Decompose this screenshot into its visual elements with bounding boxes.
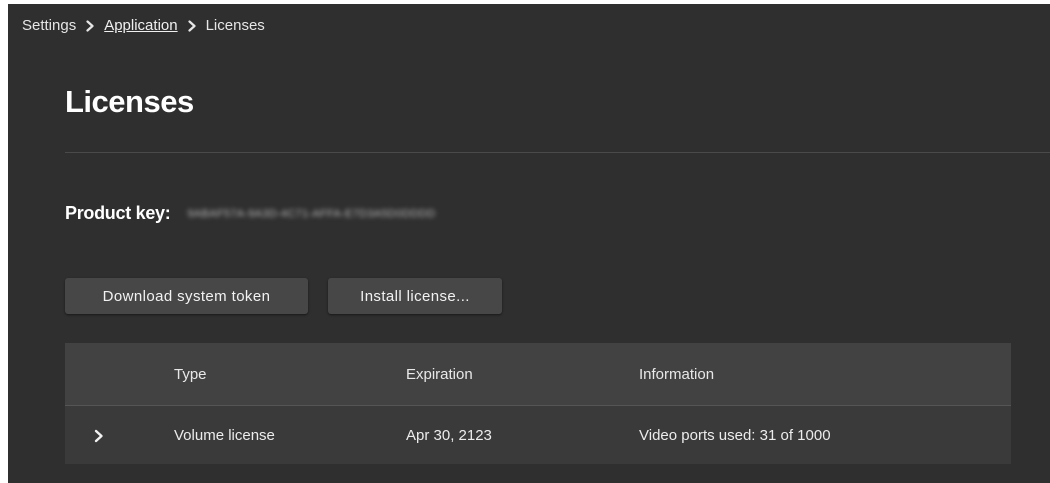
breadcrumb-application-link[interactable]: Application — [104, 17, 177, 34]
cell-type: Volume license — [174, 427, 275, 444]
product-key-label: Product key: — [65, 203, 171, 223]
column-header-type: Type — [174, 366, 207, 383]
licenses-table: Type Expiration Information Volume licen… — [65, 343, 1011, 464]
settings-page: Settings Application Licenses Licenses P… — [8, 4, 1050, 483]
cell-expiration: Apr 30, 2123 — [406, 427, 492, 444]
chevron-right-icon — [186, 19, 198, 32]
install-license-button[interactable]: Install license... — [328, 278, 502, 314]
breadcrumb-settings[interactable]: Settings — [22, 17, 76, 34]
title-divider — [65, 152, 1050, 153]
product-key-value: 9ABAF57A-9A3D-4C71-AFFA-E7D3A5D0DDDD — [187, 207, 436, 220]
breadcrumb-current: Licenses — [205, 17, 265, 34]
chevron-right-icon — [84, 19, 96, 32]
table-header: Type Expiration Information — [65, 343, 1011, 405]
column-header-information: Information — [639, 366, 715, 383]
breadcrumb: Settings Application Licenses — [22, 17, 265, 34]
expand-row-icon[interactable] — [93, 429, 105, 443]
column-header-expiration: Expiration — [406, 366, 473, 383]
cell-information: Video ports used: 31 of 1000 — [639, 427, 831, 444]
page-title: Licenses — [65, 84, 194, 119]
product-key-section: Product key: 9ABAF57A-9A3D-4C71-AFFA-E7D… — [65, 203, 435, 224]
table-row[interactable]: Volume license Apr 30, 2123 Video ports … — [65, 405, 1011, 464]
download-system-token-button[interactable]: Download system token — [65, 278, 308, 314]
